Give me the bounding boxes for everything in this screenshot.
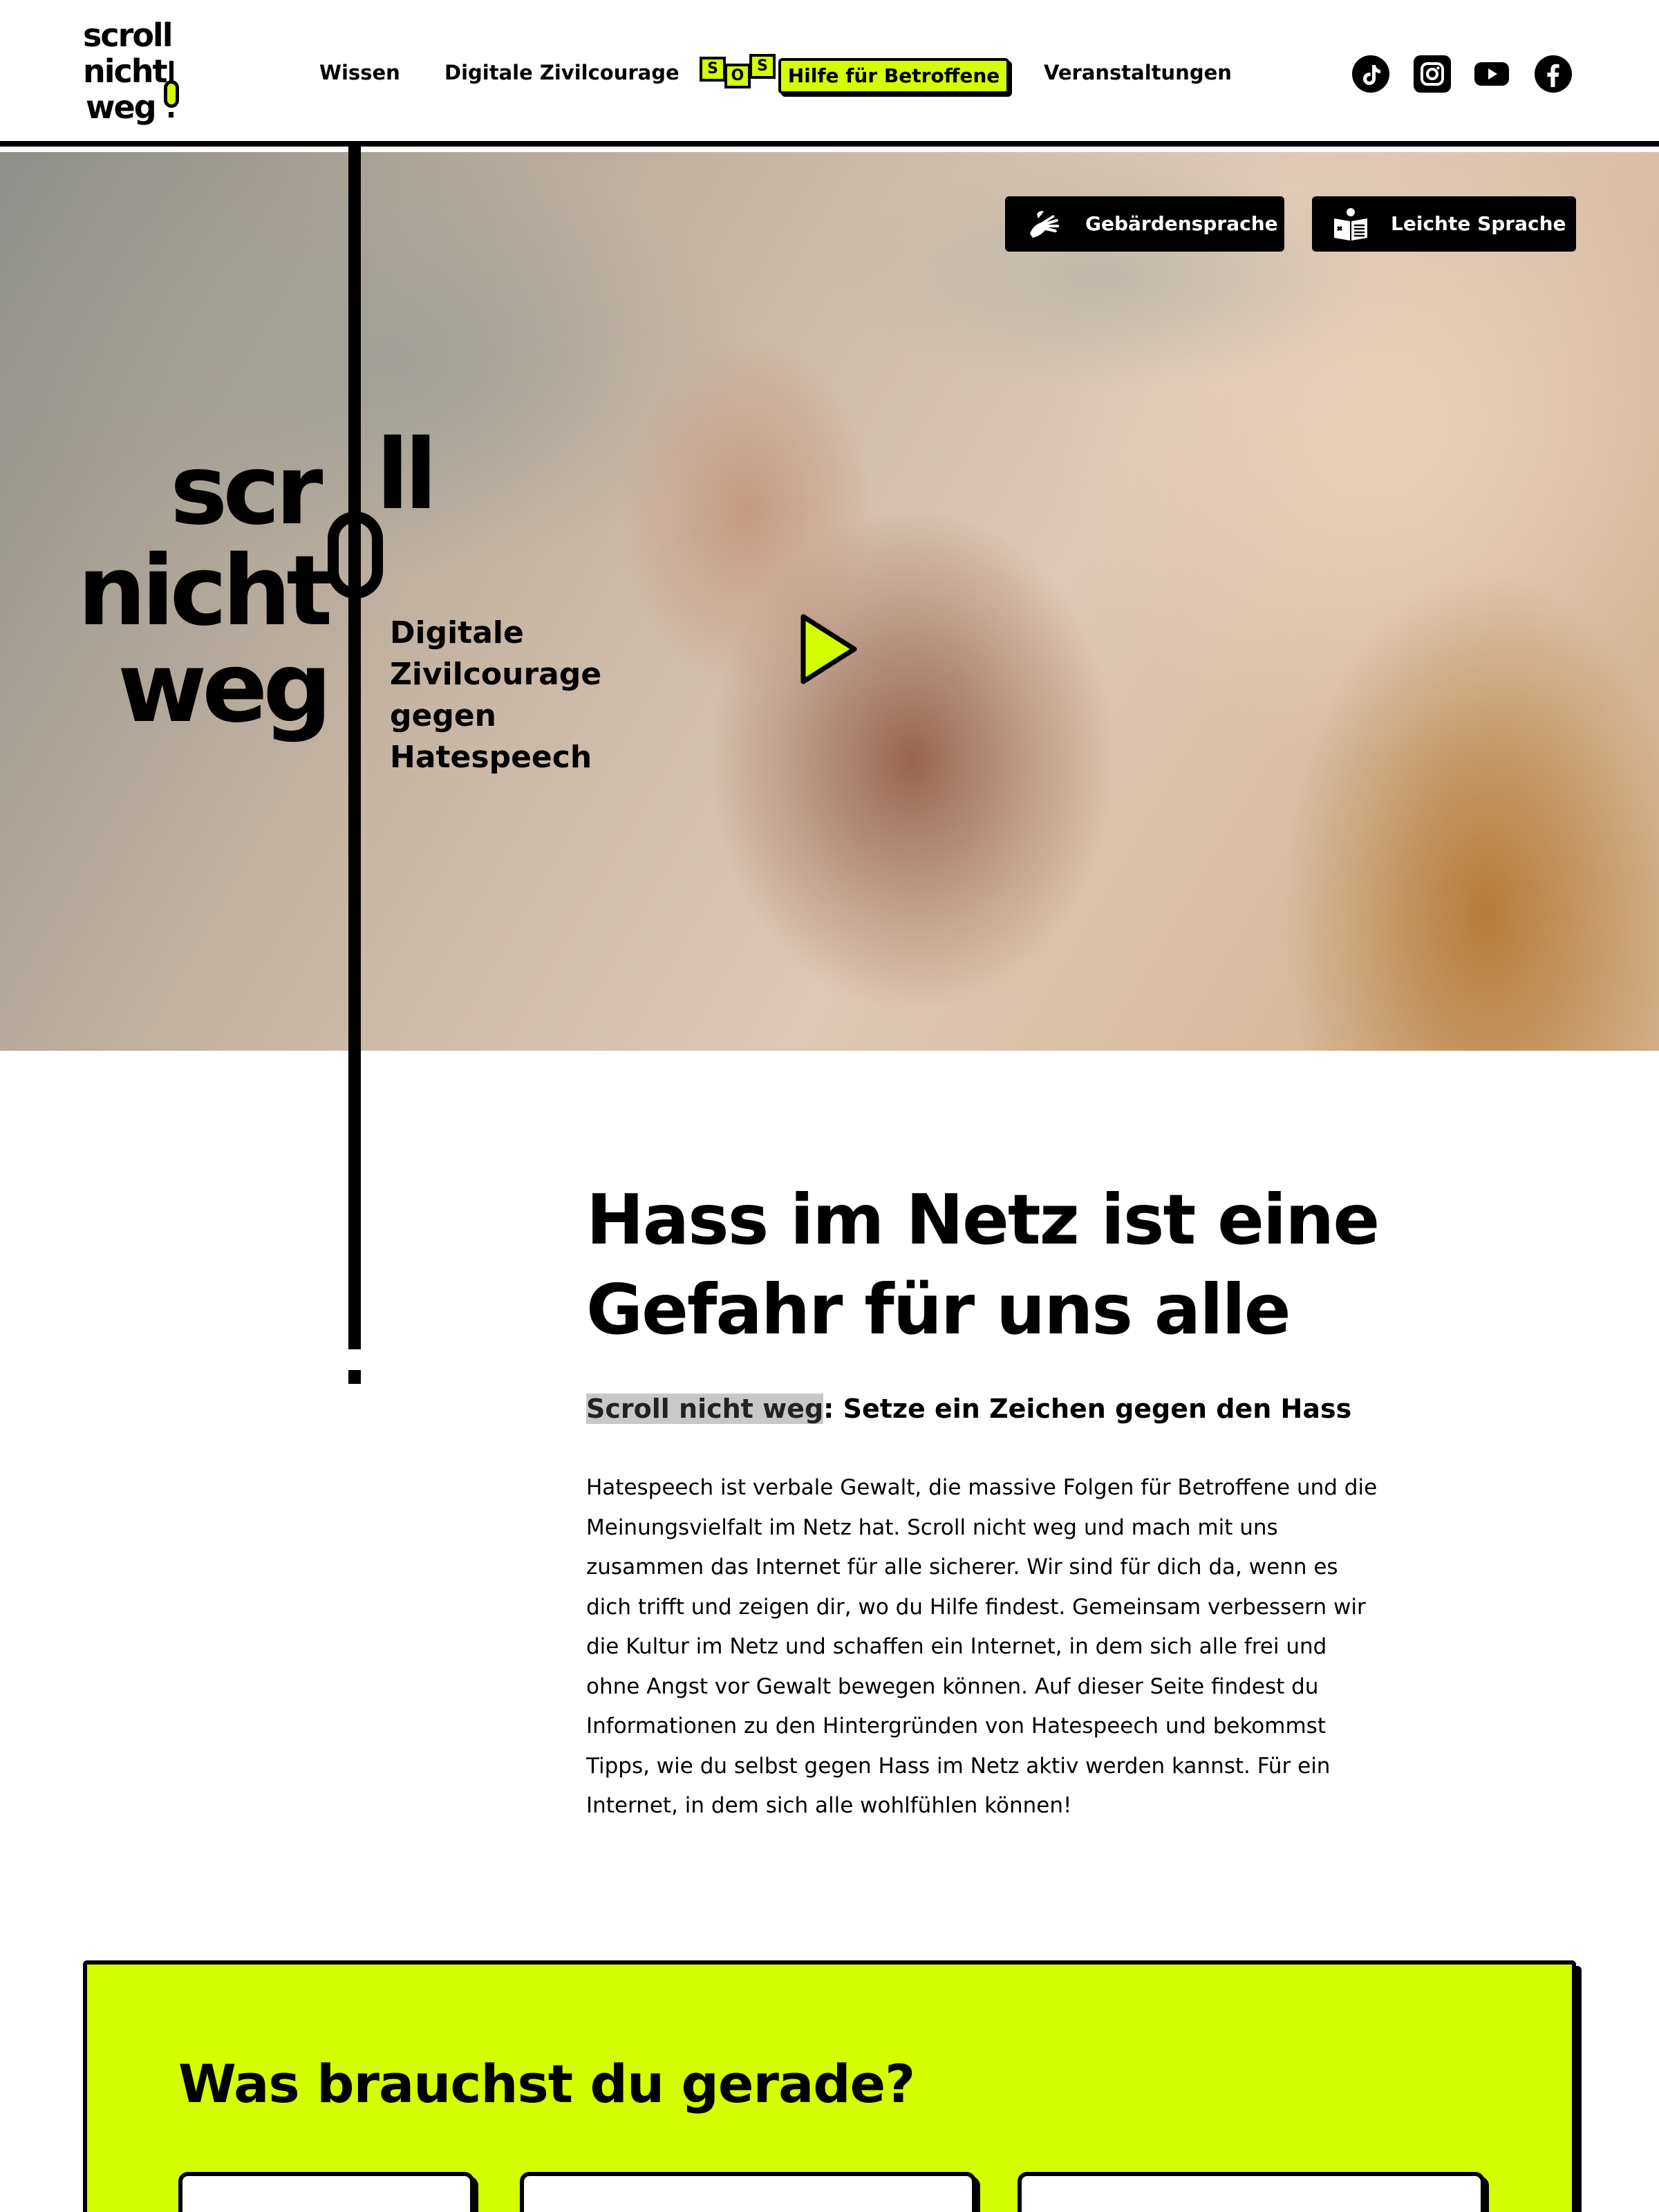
help-title: Was brauchst du gerade? (178, 2053, 915, 2115)
tagline-line: gegen (390, 698, 496, 733)
hero-logo-ll: ll (376, 419, 438, 532)
sos-tile-s2: S (749, 54, 776, 79)
instagram-icon[interactable] (1414, 55, 1451, 93)
body-line: ohne Angst vor Gewalt bewegen können. Au… (586, 1674, 1319, 1699)
intro-title-line: Gefahr für uns alle (586, 1269, 1291, 1350)
nav-item-wissen[interactable]: Wissen (319, 61, 400, 84)
site-logo[interactable]: scroll nicht weg (82, 19, 185, 130)
youtube-icon[interactable] (1473, 55, 1510, 93)
sos-tile-o: O (724, 64, 751, 88)
help-card-2[interactable] (520, 2172, 976, 2212)
tagline-line: Zivilcourage (390, 657, 602, 692)
logo-exclamation-dot (348, 1370, 361, 1384)
logo-word-weg: weg (86, 88, 157, 126)
help-card-1[interactable] (178, 2172, 474, 2212)
body-line: dich trifft und zeigen dir, wo du Hilfe … (586, 1594, 1366, 1620)
logo-word-nicht: nicht (83, 53, 168, 90)
tagline-line: Hatespeech (390, 740, 592, 775)
intro-title-line: Hass im Netz ist eine (586, 1179, 1380, 1260)
leichte-sprache-label: Leichte Sprache (1391, 212, 1566, 235)
intro-body: Hatespeech ist verbale Gewalt, die massi… (586, 1468, 1388, 1826)
body-line: zusammen das Internet für alle sicherer.… (586, 1555, 1338, 1580)
hero-video[interactable]: Gebärdensprache Leichte Sprache scr ll n… (0, 152, 1659, 1051)
subtitle-rest: : Setze ein Zeichen gegen den Hass (823, 1394, 1352, 1424)
logo-dot (169, 112, 174, 118)
help-card-3[interactable] (1018, 2172, 1485, 2212)
body-line: die Kultur im Netz und schaffen ein Inte… (586, 1634, 1327, 1659)
gebaerdensprache-button[interactable]: Gebärdensprache (1005, 196, 1284, 252)
leichte-sprache-button[interactable]: Leichte Sprache (1312, 196, 1576, 252)
hero-tagline: Digitale Zivilcourage gegen Hatespeech (390, 612, 611, 778)
intro-title: Hass im Netz ist eine Gefahr für uns all… (586, 1175, 1416, 1355)
hero-logo-weg: weg (118, 632, 332, 744)
easy-language-book-icon (1334, 208, 1367, 241)
nav-item-veranstaltungen[interactable]: Veranstaltungen (1044, 61, 1232, 84)
gebaerdensprache-label: Gebärdensprache (1085, 212, 1278, 235)
hero-logo-scr: scr (170, 434, 323, 547)
intro-section: Hass im Netz ist eine Gefahr für uns all… (586, 1175, 1416, 1818)
facebook-icon[interactable] (1535, 55, 1572, 93)
hero-logo-nicht: nicht (77, 535, 332, 648)
body-line: Hatespeech ist verbale Gewalt, die massi… (586, 1475, 1378, 1500)
hilfe-button-label: Hilfe für Betroffene (778, 58, 1009, 94)
sos-tile-s1: S (700, 57, 726, 82)
logo-oval (164, 80, 179, 108)
nav-item-digitale-zivilcourage[interactable]: Digitale Zivilcourage (444, 61, 679, 84)
body-line: Informationen zu den Hintergründen von H… (586, 1714, 1326, 1738)
subtitle-highlight: Scroll nicht weg (586, 1394, 824, 1424)
help-box: Was brauchst du gerade? (83, 1960, 1576, 2212)
site-header: scroll nicht weg Wissen Digitale Zivilco… (0, 0, 1659, 147)
tagline-line: Digitale (390, 615, 524, 650)
body-line: Tipps, wie du selbst gegen Hass im Netz … (586, 1753, 1331, 1779)
logo-vertical-line (348, 147, 361, 1349)
logo-word-scroll: scroll (83, 17, 173, 54)
tiktok-icon[interactable] (1352, 55, 1389, 93)
body-line: Internet, in dem sich alle wohlfühlen kö… (586, 1793, 1072, 1818)
body-line: Meinungsvielfalt im Netz hat. Scroll nic… (586, 1515, 1278, 1540)
nav-item-hilfe-fuer-betroffene[interactable]: S O S Hilfe für Betroffene (698, 53, 1009, 95)
logo-line-gap (348, 1349, 361, 1363)
sign-language-icon (1030, 211, 1060, 238)
intro-subtitle: Scroll nicht weg: Setze ein Zeichen gege… (586, 1389, 1351, 1428)
play-icon[interactable] (798, 611, 860, 687)
